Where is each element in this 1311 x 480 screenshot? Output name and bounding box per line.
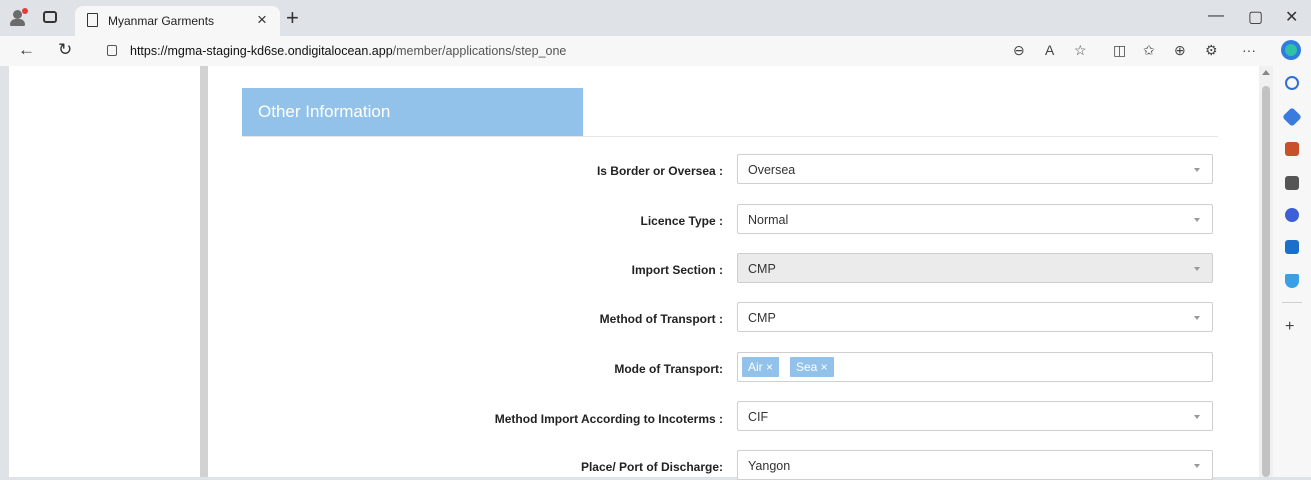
site-info-icon[interactable] — [107, 45, 117, 56]
chevron-down-icon — [1194, 464, 1200, 468]
border-or-oversea-value: Oversea — [748, 163, 796, 177]
tab-close-icon[interactable]: × — [257, 10, 267, 30]
tab-actions-icon[interactable] — [43, 11, 57, 23]
games-icon[interactable] — [1285, 176, 1299, 190]
url-path: /member/applications/step_one — [392, 44, 567, 58]
browser-tab[interactable]: Myanmar Garments × — [75, 6, 280, 36]
navigation-bar: ← ↻ https://mgma-staging-kd6se.ondigital… — [0, 36, 1311, 66]
port-of-discharge-value: Yangon — [748, 459, 791, 473]
chevron-down-icon — [1194, 415, 1200, 419]
tools-icon[interactable] — [1285, 142, 1299, 156]
more-icon[interactable]: ··· — [1242, 42, 1256, 58]
method-of-transport-value: CMP — [748, 311, 776, 325]
method-of-transport-label: Method of Transport : — [599, 312, 723, 326]
minimize-button[interactable]: — — [1208, 7, 1224, 25]
favorite-star-icon[interactable]: ☆ — [1074, 42, 1087, 59]
zoom-icon[interactable]: ⊖ — [1013, 42, 1025, 59]
incoterms-label: Method Import According to Incoterms : — [494, 412, 723, 426]
method-of-transport-select[interactable]: CMP — [737, 302, 1213, 332]
profile-icon[interactable] — [8, 8, 28, 28]
chevron-down-icon — [1194, 218, 1200, 222]
microsoft-365-icon[interactable] — [1285, 208, 1299, 222]
tag-sea[interactable]: Sea × — [790, 357, 834, 377]
border-or-oversea-label: Is Border or Oversea : — [596, 164, 723, 178]
section-title: Other Information — [258, 102, 391, 121]
collections-icon[interactable]: ⊕ — [1174, 42, 1186, 59]
shopping-tag-icon[interactable] — [1282, 107, 1302, 127]
vertical-scrollbar[interactable] — [1259, 66, 1273, 477]
tab-strip: Myanmar Garments × + — ▢ ✕ — [0, 0, 1311, 36]
section-header: Other Information — [242, 88, 583, 137]
url-domain: https://mgma-staging-kd6se.ondigitalocea… — [130, 44, 393, 58]
outlook-icon[interactable] — [1285, 240, 1299, 254]
add-sidebar-app-button[interactable]: + — [1285, 318, 1294, 336]
border-or-oversea-select[interactable]: Oversea — [737, 154, 1213, 184]
import-section-select: CMP — [737, 253, 1213, 283]
split-screen-icon[interactable]: ◫ — [1113, 42, 1126, 59]
drop-icon[interactable] — [1285, 274, 1299, 288]
incoterms-select[interactable]: CIF — [737, 401, 1213, 431]
section-divider — [242, 136, 1218, 137]
licence-type-value: Normal — [748, 213, 789, 227]
licence-type-select[interactable]: Normal — [737, 204, 1213, 234]
restore-button[interactable]: ▢ — [1248, 7, 1263, 27]
tag-air[interactable]: Air × — [742, 357, 780, 377]
scroll-up-icon[interactable] — [1262, 70, 1270, 75]
extensions-icon[interactable]: ⚙ — [1205, 42, 1218, 59]
mode-of-transport-label: Mode of Transport: — [614, 362, 723, 376]
edge-sidebar: + — [1273, 66, 1311, 477]
favorites-icon[interactable]: ✩ — [1143, 42, 1155, 59]
back-icon[interactable]: ← — [18, 40, 35, 60]
tab-title: Myanmar Garments — [108, 14, 215, 28]
read-aloud-icon[interactable]: A — [1045, 42, 1054, 58]
left-gutter — [200, 66, 208, 477]
copilot-icon[interactable] — [1281, 40, 1301, 60]
page-icon — [87, 13, 98, 27]
incoterms-value: CIF — [748, 410, 769, 424]
chevron-down-icon — [1194, 316, 1200, 320]
close-window-button[interactable]: ✕ — [1285, 7, 1298, 27]
licence-type-label: Licence Type : — [640, 214, 723, 228]
page-viewport: Other Information Is Border or Oversea :… — [9, 66, 1273, 480]
address-bar[interactable]: https://mgma-staging-kd6se.ondigitalocea… — [130, 44, 566, 58]
port-of-discharge-label: Place/ Port of Discharge: — [580, 460, 723, 474]
new-tab-button[interactable]: + — [286, 5, 299, 31]
chevron-down-icon — [1194, 168, 1200, 172]
scrollbar-thumb[interactable] — [1262, 86, 1270, 477]
sidebar-divider — [1282, 302, 1302, 303]
chevron-down-icon — [1194, 267, 1200, 271]
import-section-label: Import Section : — [631, 263, 723, 277]
import-section-value: CMP — [748, 262, 776, 276]
port-of-discharge-select[interactable]: Yangon — [737, 450, 1213, 480]
mode-of-transport-multiselect[interactable]: Air × Sea × — [737, 352, 1213, 382]
search-icon[interactable] — [1285, 76, 1299, 90]
reload-icon[interactable]: ↻ — [58, 40, 72, 60]
